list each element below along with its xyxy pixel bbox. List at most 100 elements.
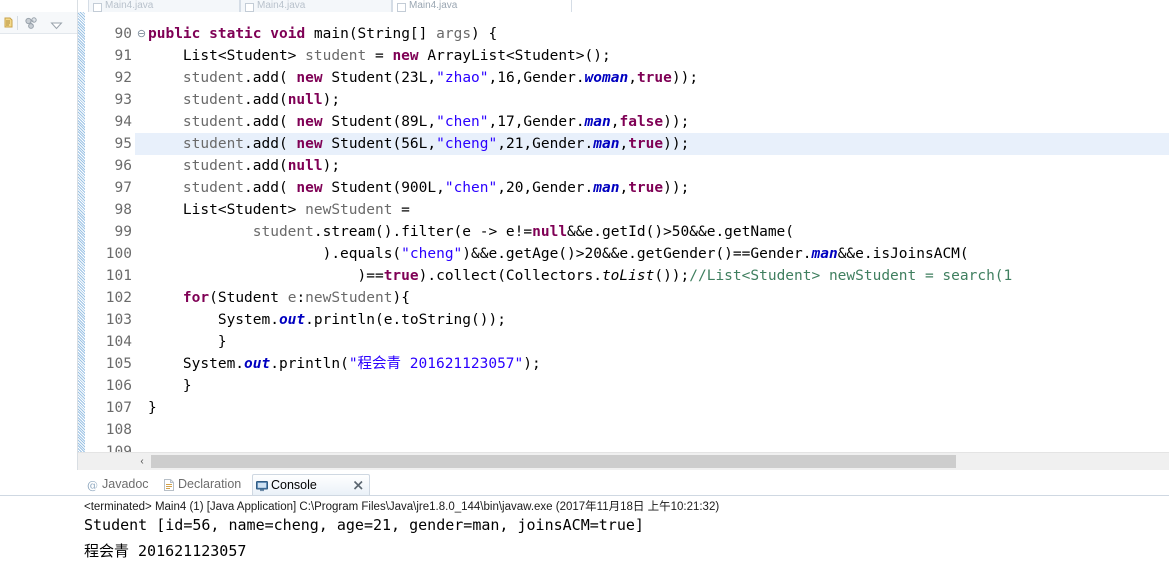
editor-tab-main4-1[interactable]: Main4.java (88, 0, 240, 12)
code-token-kw: true (628, 180, 664, 196)
line-number: 95 (114, 136, 132, 152)
code-token-str: "cheng" (401, 246, 463, 262)
javadoc-icon: @ (86, 478, 100, 492)
tab-javadoc[interactable]: @ Javadoc (84, 474, 149, 495)
line-number: 100 (105, 246, 132, 262)
code-token-pln: ,21,Gender. (497, 136, 594, 152)
code-token-pln: .add( (244, 136, 297, 152)
code-token-pln: ){ (392, 290, 410, 306)
code-line[interactable]: } (148, 397, 157, 419)
code-token-fld: out (244, 356, 271, 372)
code-token-pln: System. (148, 356, 245, 372)
code-line[interactable]: student.add( new Student(23L,"zhao",16,G… (148, 67, 698, 89)
code-token-kw: new (296, 70, 323, 86)
code-token-pln: (Student (209, 290, 288, 306)
tab-declaration[interactable]: Declaration (160, 474, 241, 495)
code-line[interactable]: ).equals("cheng")&&e.getAge()>20&&e.getG… (148, 243, 969, 265)
line-number: 106 (105, 378, 132, 394)
code-token-pln: Student(23L, (322, 70, 437, 86)
code-token-pln: )); (663, 180, 690, 196)
scroll-left-arrow[interactable]: ‹ (134, 454, 150, 469)
editor-tab-label: Main4.java (409, 0, 458, 11)
code-line[interactable]: } (148, 375, 192, 397)
code-line[interactable]: List<Student> student = new ArrayList<St… (148, 45, 611, 67)
line-number: 99 (114, 224, 132, 240)
bottom-view-stack: @ Javadoc Declaration Console <terminate… (0, 471, 1169, 574)
code-token-kw: true (636, 70, 672, 86)
code-token-pln: ).collect(Collectors. (418, 268, 602, 284)
code-token-pln: .add( (244, 70, 297, 86)
code-line[interactable]: public static void main(String[] args) { (148, 23, 497, 45)
code-token-pln: } (148, 378, 192, 394)
code-token-pln (148, 114, 183, 130)
code-line[interactable]: for(Student e:newStudent){ (148, 287, 410, 309)
code-line[interactable]: student.add( new Student(56L,"cheng",21,… (148, 133, 689, 155)
code-token-pln: .stream().filter(e -> e!= (313, 224, 533, 240)
tab-console[interactable]: Console (252, 474, 370, 495)
tab-label: Console (271, 478, 317, 492)
code-line[interactable]: student.stream().filter(e -> e!=null&&e.… (148, 221, 794, 243)
quick-outline-icon[interactable] (2, 16, 15, 32)
code-line[interactable]: )==true).collect(Collectors.toList());//… (148, 265, 1013, 287)
code-token-kw: new (296, 114, 323, 130)
code-token-mth: toList (601, 268, 655, 284)
link-with-editor-icon[interactable] (24, 16, 39, 33)
code-token-str: "zhao" (436, 70, 489, 86)
tab-label: Declaration (178, 477, 242, 491)
java-editor[interactable]: 90 91 92 93 94 95 96 97 98 99 100 101 102 103 104 105 10… (78, 12, 1169, 452)
code-token-kw: new (296, 180, 323, 196)
console-icon (255, 479, 269, 493)
close-icon[interactable] (352, 478, 365, 491)
code-line[interactable]: System.out.println("程会青 201621123057"); (148, 353, 541, 375)
code-token-pln: Student(56L, (322, 136, 437, 152)
line-number: 91 (114, 48, 132, 64)
editor-tab-main4-2[interactable]: Main4.java (240, 0, 392, 12)
code-token-pln: Student(900L, (322, 180, 445, 196)
line-number: 102 (105, 290, 132, 306)
line-number: 94 (114, 114, 132, 130)
fold-collapse-icon[interactable]: ⊖ (136, 23, 147, 45)
code-text[interactable]: public static void main(String[] args) {… (148, 12, 1169, 452)
code-token-loc: student (182, 70, 245, 86)
code-token-pln (148, 180, 183, 196)
code-token-pln: } (148, 400, 157, 416)
code-token-loc: student (182, 136, 245, 152)
code-token-pln: ).equals( (148, 246, 402, 262)
code-token-loc: student (182, 92, 245, 108)
declaration-icon (162, 478, 176, 492)
code-token-kw: for (182, 290, 210, 306)
code-token-pln (148, 290, 183, 306)
scrollbar-thumb[interactable] (151, 455, 956, 468)
editor-tab-main4-active[interactable]: Main4.java (392, 0, 572, 12)
code-line[interactable]: student.add( new Student(89L,"chen",17,G… (148, 111, 689, 133)
code-token-pln: ,17,Gender. (488, 114, 585, 130)
line-number: 107 (105, 400, 132, 416)
code-token-kw: static (209, 26, 262, 42)
code-token-pln: main(String[] (305, 26, 437, 42)
code-line[interactable]: System.out.println(e.toString()); (148, 309, 506, 331)
bottom-view-tabbar: @ Javadoc Declaration Console (0, 471, 1169, 496)
code-token-pln: : (296, 290, 306, 306)
editor-tab-label: Main4.java (105, 0, 154, 11)
code-line[interactable]: List<Student> newStudent = (148, 199, 410, 221)
code-line[interactable]: student.add( new Student(900L,"chen",20,… (148, 177, 689, 199)
editor-horizontal-scrollbar[interactable]: ‹ (78, 452, 1169, 470)
line-number: 105 (105, 356, 132, 372)
code-token-kw: new (392, 48, 419, 64)
code-token-fld: out (278, 312, 306, 328)
code-line[interactable]: } (148, 331, 227, 353)
line-number: 98 (114, 202, 132, 218)
code-token-loc: student (182, 158, 245, 174)
view-menu-icon[interactable] (50, 19, 63, 33)
code-line[interactable]: student.add(null); (148, 155, 340, 177)
code-token-kw: void (270, 26, 306, 42)
console-output-area[interactable]: <terminated> Main4 (1) [Java Application… (0, 496, 1169, 574)
code-token-kw: true (628, 136, 664, 152)
editor-change-bar (78, 12, 86, 452)
code-line[interactable]: student.add(null); (148, 89, 340, 111)
code-token-pln: .add( (244, 158, 288, 174)
code-token-pln: List<Student> (148, 202, 306, 218)
code-token-pln (148, 92, 183, 108)
code-token-pln (148, 70, 183, 86)
line-number: 96 (114, 158, 132, 174)
